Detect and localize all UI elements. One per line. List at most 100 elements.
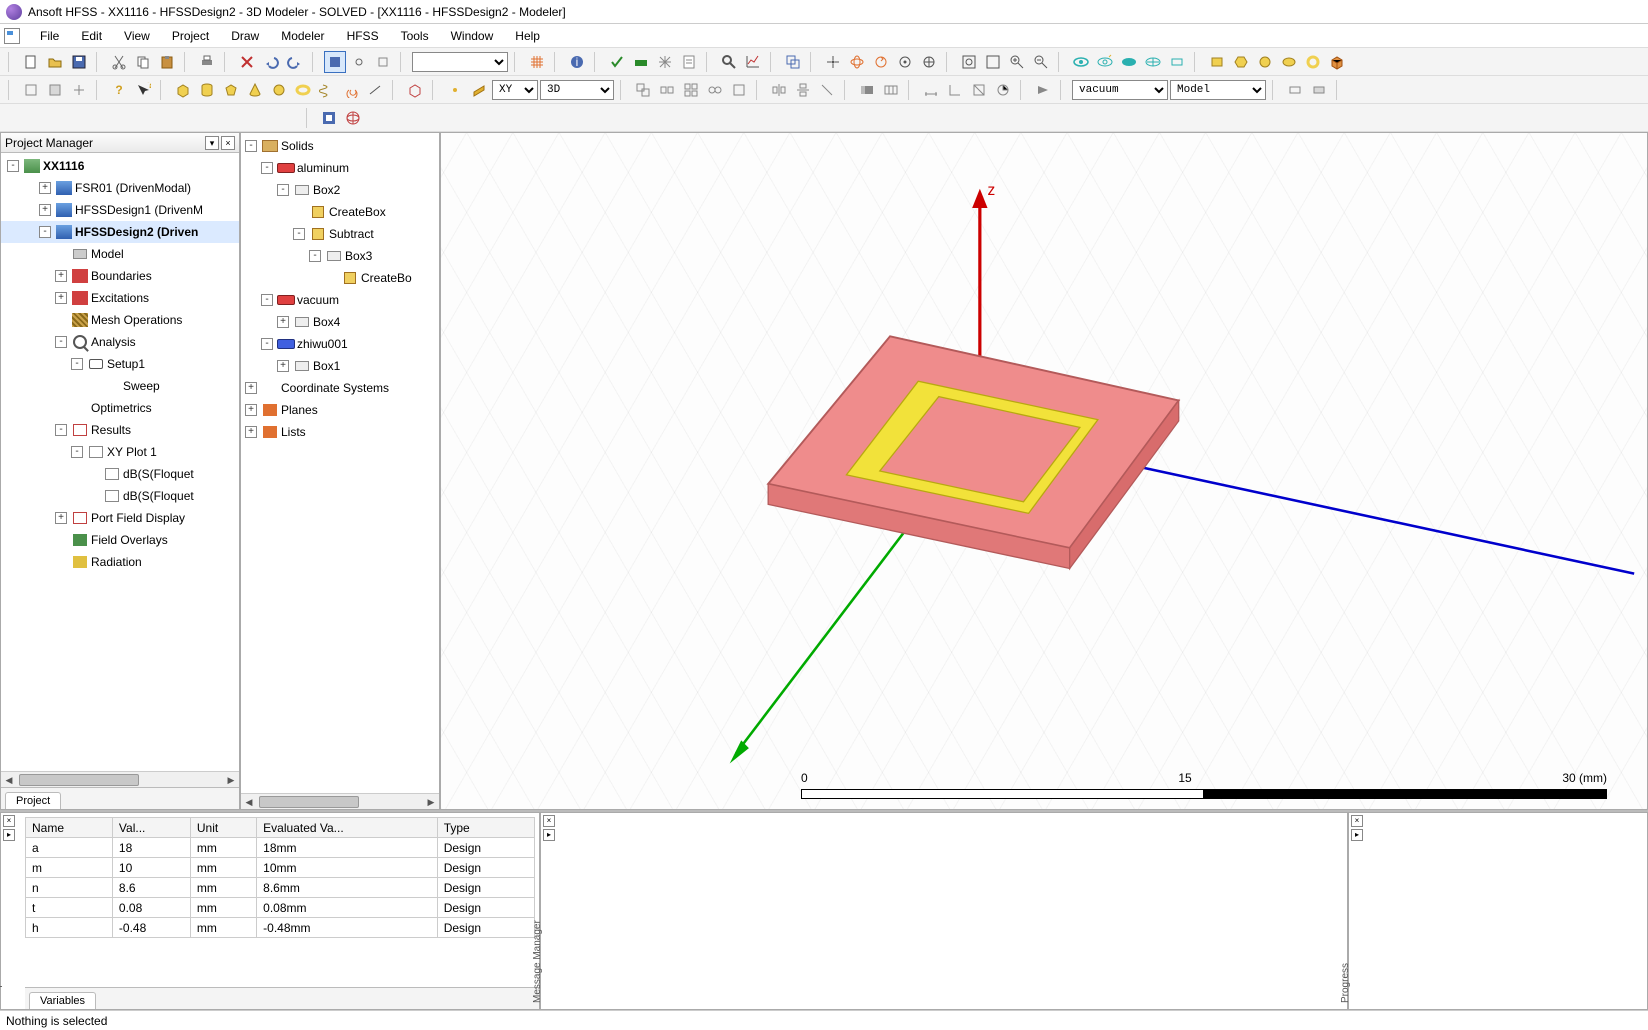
table-cell[interactable]: mm <box>190 838 256 858</box>
eye-shade-icon[interactable] <box>1118 51 1140 73</box>
grid-icon[interactable] <box>526 51 548 73</box>
viewport-3d[interactable]: z <box>440 132 1648 810</box>
dup4-icon[interactable] <box>704 79 726 101</box>
shape-hex-icon[interactable] <box>1230 51 1252 73</box>
sweep-icon[interactable] <box>404 79 426 101</box>
print-icon[interactable] <box>196 51 218 73</box>
tree-item[interactable]: -vacuum <box>241 289 439 311</box>
look-icon[interactable] <box>894 51 916 73</box>
table-cell[interactable]: Design <box>437 878 534 898</box>
tree-item[interactable]: +Box4 <box>241 311 439 333</box>
menu-edit[interactable]: Edit <box>71 27 112 45</box>
info-icon[interactable]: i <box>566 51 588 73</box>
draw-poly-icon[interactable] <box>220 79 242 101</box>
measure4-icon[interactable] <box>992 79 1014 101</box>
menu-project[interactable]: Project <box>162 27 219 45</box>
eye-light-icon[interactable] <box>1094 51 1116 73</box>
table-row[interactable]: m10mm10mmDesign <box>26 858 535 878</box>
pm-hscroll[interactable]: ◀▶ <box>1 771 239 787</box>
draw-line-icon[interactable] <box>364 79 386 101</box>
draw-box-icon[interactable] <box>172 79 194 101</box>
table-cell[interactable]: 10 <box>112 858 190 878</box>
table-cell[interactable]: a <box>26 838 113 858</box>
menu-window[interactable]: Window <box>441 27 504 45</box>
draw-spiral-icon[interactable] <box>340 79 362 101</box>
tree-item[interactable]: -Box3 <box>241 245 439 267</box>
dup2-icon[interactable] <box>656 79 678 101</box>
table-cell[interactable]: mm <box>190 858 256 878</box>
eye-icon[interactable] <box>1070 51 1092 73</box>
properties-close-icon[interactable]: × <box>3 815 15 827</box>
zoomin-icon[interactable] <box>1006 51 1028 73</box>
menu-modeler[interactable]: Modeler <box>271 27 334 45</box>
model-tree[interactable]: -Solids-aluminum-Box2CreateBox-Subtract-… <box>241 133 439 793</box>
dup5-icon[interactable] <box>728 79 750 101</box>
tree-item[interactable]: +FSR01 (DrivenModal) <box>1 177 239 199</box>
redo-icon[interactable] <box>284 51 306 73</box>
tree-item[interactable]: +Planes <box>241 399 439 421</box>
measure1-icon[interactable] <box>920 79 942 101</box>
tree-item[interactable]: -XY Plot 1 <box>1 441 239 463</box>
table-cell[interactable]: -0.48 <box>112 918 190 938</box>
filter-select[interactable]: Model <box>1170 80 1266 100</box>
table-header[interactable]: Unit <box>190 818 256 838</box>
table-row[interactable]: a18mm18mmDesign <box>26 838 535 858</box>
check-icon[interactable] <box>606 51 628 73</box>
project-manager-tree[interactable]: -XX1116+FSR01 (DrivenModal)+HFSSDesign1 … <box>1 153 239 771</box>
progress-pin-icon[interactable]: ▸ <box>1351 829 1363 841</box>
draw-helix-icon[interactable] <box>316 79 338 101</box>
draw-cyl-icon[interactable] <box>196 79 218 101</box>
menu-file[interactable]: File <box>30 27 69 45</box>
mirror3-icon[interactable] <box>816 79 838 101</box>
shape-rect-icon[interactable] <box>1206 51 1228 73</box>
shape-ring-icon[interactable] <box>1302 51 1324 73</box>
copy-icon[interactable] <box>132 51 154 73</box>
tree-item[interactable]: -Subtract <box>241 223 439 245</box>
plane-icon[interactable] <box>468 79 490 101</box>
paste-icon[interactable] <box>156 51 178 73</box>
extra1-icon[interactable] <box>1284 79 1306 101</box>
tree-item[interactable]: Optimetrics <box>1 397 239 419</box>
tree-item[interactable]: CreateBo <box>241 267 439 289</box>
select-icon[interactable] <box>324 51 346 73</box>
tree-item[interactable]: +Box1 <box>241 355 439 377</box>
new-icon[interactable] <box>20 51 42 73</box>
spin-icon[interactable] <box>870 51 892 73</box>
tree-item[interactable]: dB(S(Floquet <box>1 485 239 507</box>
table-cell[interactable]: mm <box>190 878 256 898</box>
table-cell[interactable]: 18 <box>112 838 190 858</box>
eye-wire-icon[interactable] <box>1142 51 1164 73</box>
tree-item[interactable]: +Port Field Display <box>1 507 239 529</box>
orbit-icon[interactable] <box>846 51 868 73</box>
table-cell[interactable]: Design <box>437 838 534 858</box>
hfss-design-icon[interactable] <box>318 107 340 129</box>
table-cell[interactable]: 0.08mm <box>257 898 438 918</box>
draw-cone-icon[interactable] <box>244 79 266 101</box>
mdi-restore-icon[interactable] <box>4 28 20 44</box>
properties-pin-icon[interactable]: ▸ <box>3 829 15 841</box>
table-cell[interactable]: 10mm <box>257 858 438 878</box>
fitall-icon[interactable] <box>982 51 1004 73</box>
model-hscroll[interactable]: ◀▶ <box>241 793 439 809</box>
tree-item[interactable]: -Results <box>1 419 239 441</box>
hfss-globe-icon[interactable] <box>342 107 364 129</box>
shape-circle-icon[interactable] <box>1254 51 1276 73</box>
tree-item[interactable]: -Setup1 <box>1 353 239 375</box>
tree-item[interactable]: +Lists <box>241 421 439 443</box>
mesh-icon[interactable] <box>654 51 676 73</box>
tree-item[interactable]: CreateBox <box>241 201 439 223</box>
draw-torus-icon[interactable] <box>292 79 314 101</box>
plot-icon[interactable] <box>742 51 764 73</box>
table-row[interactable]: t0.08mm0.08mmDesign <box>26 898 535 918</box>
analyze-icon[interactable] <box>630 51 652 73</box>
view-select[interactable]: 3D <box>540 80 614 100</box>
fit-icon[interactable] <box>958 51 980 73</box>
measure3-icon[interactable] <box>968 79 990 101</box>
plane-select[interactable]: XY <box>492 80 538 100</box>
menu-view[interactable]: View <box>114 27 160 45</box>
dup3-icon[interactable] <box>680 79 702 101</box>
table-cell[interactable]: mm <box>190 898 256 918</box>
shade-icon[interactable] <box>1032 79 1054 101</box>
t2-icon-1[interactable] <box>20 79 42 101</box>
dup1-icon[interactable] <box>632 79 654 101</box>
